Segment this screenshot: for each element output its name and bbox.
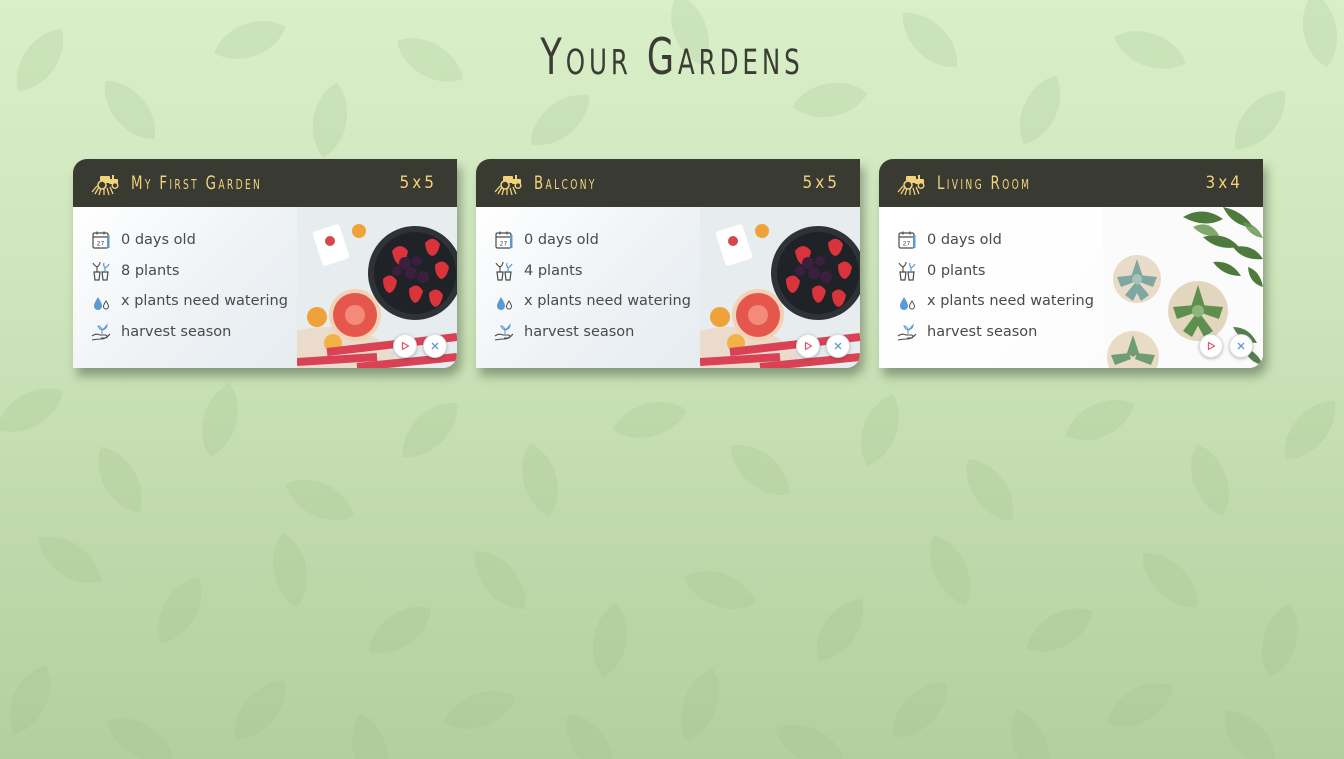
garden-age: 0 days old <box>121 232 196 249</box>
play-button[interactable] <box>1199 334 1223 358</box>
tractor-icon <box>897 175 925 196</box>
garden-size: 5x5 <box>802 173 840 193</box>
close-button[interactable] <box>826 334 850 358</box>
garden-stats: 27 0 days old 8 plants x plants need wat… <box>91 225 288 347</box>
garden-card-header: Living Room 3x4 <box>879 159 1263 207</box>
garden-size: 3x4 <box>1205 173 1243 193</box>
close-icon <box>834 342 842 350</box>
calendar-icon: 27 <box>495 231 513 249</box>
svg-text:27: 27 <box>903 241 911 248</box>
garden-season: harvest season <box>927 324 1038 341</box>
garden-card-header: Balcony 5x5 <box>476 159 860 207</box>
play-button[interactable] <box>393 334 417 358</box>
page-title: Your Gardens <box>540 28 804 86</box>
garden-age: 0 days old <box>524 232 599 249</box>
garden-card-body: 27 0 days old 4 plants x plants need wat… <box>476 207 860 368</box>
garden-season: harvest season <box>121 324 232 341</box>
garden-card-header: My First Garden 5x5 <box>73 159 457 207</box>
stat-watering: x plants need watering <box>897 286 1094 317</box>
garden-card[interactable]: Living Room 3x4 27 0 days old 0 plants x… <box>879 159 1263 368</box>
close-icon <box>431 342 439 350</box>
stat-age: 27 0 days old <box>494 225 691 256</box>
garden-card-body: 27 0 days old 8 plants x plants need wat… <box>73 207 457 368</box>
garden-card[interactable]: Balcony 5x5 27 0 days old 4 plants x pla… <box>476 159 860 368</box>
play-icon <box>401 341 410 351</box>
play-button[interactable] <box>796 334 820 358</box>
garden-card-body: 27 0 days old 0 plants x plants need wat… <box>879 207 1263 368</box>
hand-sprout-icon <box>494 323 514 341</box>
garden-name: My First Garden <box>131 172 263 194</box>
svg-text:27: 27 <box>97 241 105 248</box>
close-button[interactable] <box>423 334 447 358</box>
stat-plants: 0 plants <box>897 256 1094 287</box>
stat-watering: x plants need watering <box>91 286 288 317</box>
garden-plants: 4 plants <box>524 262 583 279</box>
tractor-icon <box>91 175 119 196</box>
stat-season: harvest season <box>897 317 1094 348</box>
tractor-icon <box>494 175 522 196</box>
garden-card-list: My First Garden 5x5 27 0 days old 8 plan… <box>73 159 1263 368</box>
calendar-icon: 27 <box>92 231 110 249</box>
garden-size: 5x5 <box>399 173 437 193</box>
garden-name: Living Room <box>937 172 1032 194</box>
stat-watering: x plants need watering <box>494 286 691 317</box>
garden-season: harvest season <box>524 324 635 341</box>
plant-pots-icon <box>495 261 513 281</box>
garden-watering: x plants need watering <box>121 293 288 310</box>
stat-season: harvest season <box>494 317 691 348</box>
stat-age: 27 0 days old <box>91 225 288 256</box>
garden-stats: 27 0 days old 4 plants x plants need wat… <box>494 225 691 347</box>
garden-watering: x plants need watering <box>524 293 691 310</box>
leaf-pattern-background <box>0 0 1344 759</box>
svg-text:27: 27 <box>500 241 508 248</box>
stat-plants: 8 plants <box>91 256 288 287</box>
garden-name: Balcony <box>534 172 597 194</box>
plant-pots-icon <box>92 261 110 281</box>
stat-age: 27 0 days old <box>897 225 1094 256</box>
hand-sprout-icon <box>897 323 917 341</box>
stat-season: harvest season <box>91 317 288 348</box>
garden-plants: 0 plants <box>927 262 986 279</box>
play-icon <box>1207 341 1216 351</box>
play-icon <box>804 341 813 351</box>
water-drops-icon <box>94 297 110 311</box>
water-drops-icon <box>900 297 916 311</box>
garden-stats: 27 0 days old 0 plants x plants need wat… <box>897 225 1094 347</box>
garden-plants: 8 plants <box>121 262 180 279</box>
hand-sprout-icon <box>91 323 111 341</box>
garden-age: 0 days old <box>927 232 1002 249</box>
calendar-icon: 27 <box>898 231 916 249</box>
stat-plants: 4 plants <box>494 256 691 287</box>
close-icon <box>1237 342 1245 350</box>
water-drops-icon <box>497 297 513 311</box>
plant-pots-icon <box>898 261 916 281</box>
garden-card[interactable]: My First Garden 5x5 27 0 days old 8 plan… <box>73 159 457 368</box>
close-button[interactable] <box>1229 334 1253 358</box>
garden-watering: x plants need watering <box>927 293 1094 310</box>
